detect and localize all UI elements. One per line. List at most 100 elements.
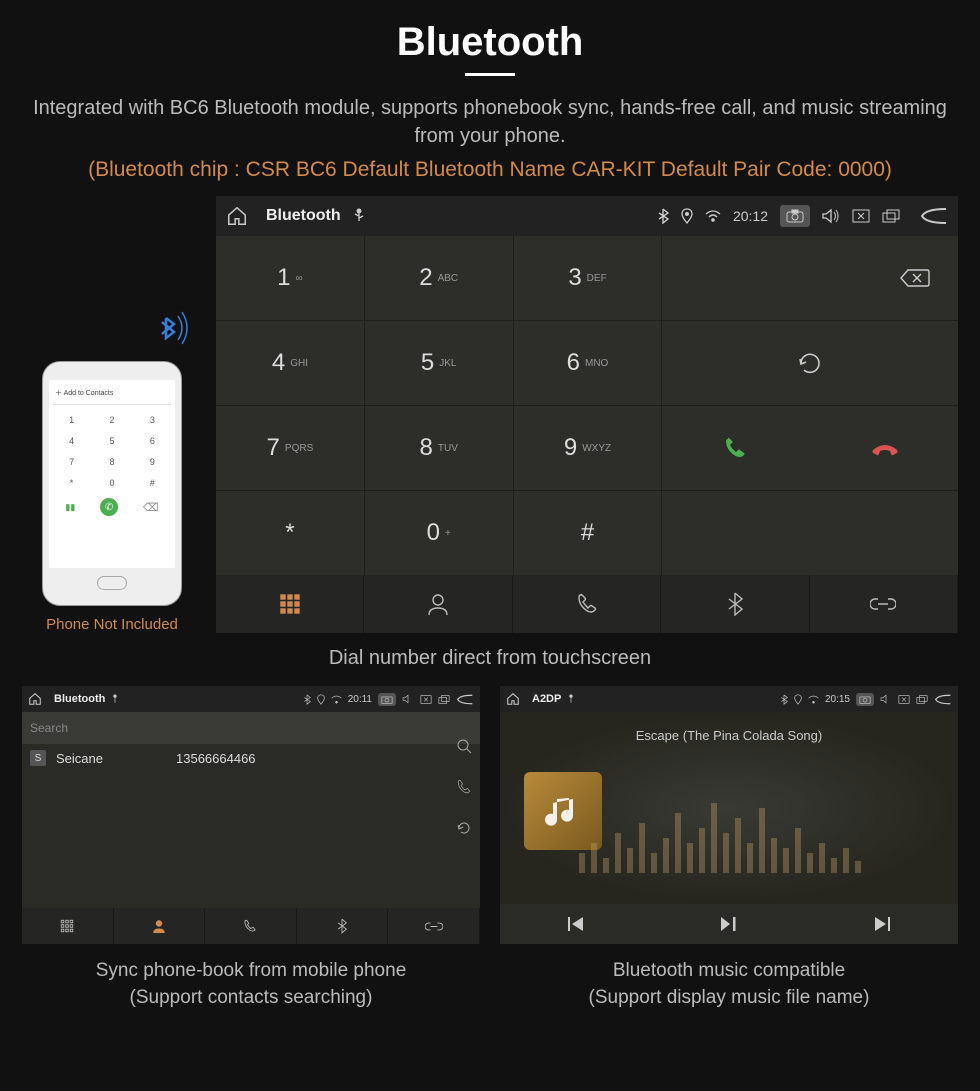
close-app-icon[interactable] — [420, 695, 432, 704]
home-icon[interactable] — [226, 205, 248, 227]
page-title: Bluetooth — [0, 0, 980, 65]
equalizer-viz — [569, 793, 889, 883]
key-3[interactable]: 3DEF — [514, 236, 662, 320]
screenshot-icon[interactable] — [780, 205, 810, 227]
home-icon[interactable] — [28, 692, 42, 706]
backspace-button[interactable] — [662, 236, 958, 320]
call-icon[interactable] — [456, 779, 472, 800]
redial-button[interactable] — [662, 321, 958, 405]
usb-icon — [111, 694, 119, 705]
contact-row[interactable]: S Seicane 13566664466 — [22, 744, 480, 772]
volume-icon[interactable] — [402, 694, 414, 704]
call-actions — [662, 406, 958, 490]
music-body: Escape (The Pina Colada Song) — [500, 712, 958, 904]
close-app-icon[interactable] — [898, 695, 910, 704]
key-6[interactable]: 6MNO — [514, 321, 662, 405]
bluetooth-waves-icon — [152, 306, 192, 355]
nav-bluetooth[interactable] — [297, 908, 389, 944]
call-button[interactable] — [662, 436, 807, 460]
bluetooth-icon — [303, 694, 311, 705]
dialer-bottom-nav — [216, 575, 958, 633]
play-pause-button[interactable] — [653, 904, 806, 944]
usb-icon — [353, 208, 365, 224]
key-0[interactable]: 0+ — [365, 491, 513, 575]
hangup-button[interactable] — [813, 436, 958, 460]
back-icon[interactable] — [456, 694, 474, 705]
phonebook-side-icons — [456, 738, 472, 841]
title-underline — [465, 73, 515, 76]
phonebook-caption: Sync phone-book from mobile phone (Suppo… — [22, 958, 480, 1011]
next-track-button[interactable] — [805, 904, 958, 944]
phone-body: ＋ Add to Contacts 123 456 789 *0# ▮▮ ✆ ⌫ — [42, 361, 182, 606]
key-9[interactable]: 9WXYZ — [514, 406, 662, 490]
screenshot-icon[interactable] — [856, 693, 874, 706]
key-hash[interactable]: # — [514, 491, 662, 575]
location-icon — [681, 208, 693, 224]
dialer-caption: Dial number direct from touchscreen — [0, 647, 980, 670]
dialpad-spacer — [662, 491, 958, 575]
spec-line: (Bluetooth chip : CSR BC6 Default Blueto… — [0, 158, 980, 182]
volume-icon[interactable] — [880, 694, 892, 704]
phone-call-icon: ✆ — [100, 498, 118, 516]
statusbar-title: A2DP — [532, 693, 561, 705]
close-app-icon[interactable] — [852, 209, 870, 223]
music-panel: A2DP 20:15 Escape (The Pina Colada Song) — [500, 686, 958, 944]
nav-dialpad[interactable] — [216, 575, 364, 633]
home-icon[interactable] — [506, 692, 520, 706]
music-controls — [500, 904, 958, 944]
bluetooth-icon — [780, 694, 788, 705]
key-2[interactable]: 2ABC — [365, 236, 513, 320]
bluetooth-icon — [657, 208, 669, 224]
phone-not-included: Phone Not Included — [46, 616, 178, 633]
key-star[interactable]: * — [216, 491, 364, 575]
song-name: Escape (The Pina Colada Song) — [636, 728, 822, 743]
usb-icon — [567, 694, 575, 705]
recent-apps-icon[interactable] — [438, 695, 450, 704]
key-5[interactable]: 5JKL — [365, 321, 513, 405]
search-input[interactable]: Search — [22, 712, 480, 744]
phonebook-bottom-nav — [22, 908, 480, 944]
back-icon[interactable] — [934, 694, 952, 705]
description: Integrated with BC6 Bluetooth module, su… — [0, 94, 980, 150]
prev-track-button[interactable] — [500, 904, 653, 944]
key-7[interactable]: 7PQRS — [216, 406, 364, 490]
nav-contacts[interactable] — [114, 908, 206, 944]
wifi-icon — [808, 695, 819, 704]
key-1[interactable]: 1∞ — [216, 236, 364, 320]
nav-call-log[interactable] — [513, 575, 661, 633]
recent-apps-icon[interactable] — [882, 209, 900, 223]
volume-icon[interactable] — [822, 208, 840, 224]
search-icon[interactable] — [456, 738, 472, 759]
wifi-icon — [705, 210, 721, 222]
contact-name: Seicane — [56, 751, 166, 766]
location-icon — [317, 694, 325, 705]
phonebook-statusbar: Bluetooth 20:11 — [22, 686, 480, 712]
nav-contacts[interactable] — [364, 575, 512, 633]
phone-home-button — [97, 576, 127, 590]
nav-call-log[interactable] — [205, 908, 297, 944]
statusbar-time: 20:11 — [348, 694, 372, 705]
dialpad: 1∞ 2ABC 3DEF 4GHI 5JKL 6MNO 7PQRS 8TUV 9… — [216, 236, 958, 575]
location-icon — [794, 694, 802, 705]
statusbar-title: Bluetooth — [54, 693, 105, 705]
wifi-icon — [331, 695, 342, 704]
music-caption: Bluetooth music compatible (Support disp… — [500, 958, 958, 1011]
recent-apps-icon[interactable] — [916, 695, 928, 704]
statusbar-time: 20:15 — [825, 694, 850, 705]
key-8[interactable]: 8TUV — [365, 406, 513, 490]
phonebook-panel: Bluetooth 20:11 Search S Seicane 1356666… — [22, 686, 480, 944]
screenshot-icon[interactable] — [378, 693, 396, 706]
statusbar-time: 20:12 — [733, 208, 768, 224]
nav-pair[interactable] — [388, 908, 480, 944]
nav-bluetooth[interactable] — [661, 575, 809, 633]
nav-dialpad[interactable] — [22, 908, 114, 944]
phone-screen: ＋ Add to Contacts 123 456 789 *0# ▮▮ ✆ ⌫ — [49, 380, 175, 568]
back-icon[interactable] — [920, 207, 948, 225]
nav-pair[interactable] — [810, 575, 958, 633]
refresh-icon[interactable] — [456, 820, 472, 841]
phone-mockup-column: ＋ Add to Contacts 123 456 789 *0# ▮▮ ✆ ⌫… — [22, 196, 202, 633]
music-statusbar: A2DP 20:15 — [500, 686, 958, 712]
dialer-statusbar: Bluetooth 20:12 — [216, 196, 958, 236]
phone-keypad: 123 456 789 *0# — [53, 411, 171, 492]
key-4[interactable]: 4GHI — [216, 321, 364, 405]
